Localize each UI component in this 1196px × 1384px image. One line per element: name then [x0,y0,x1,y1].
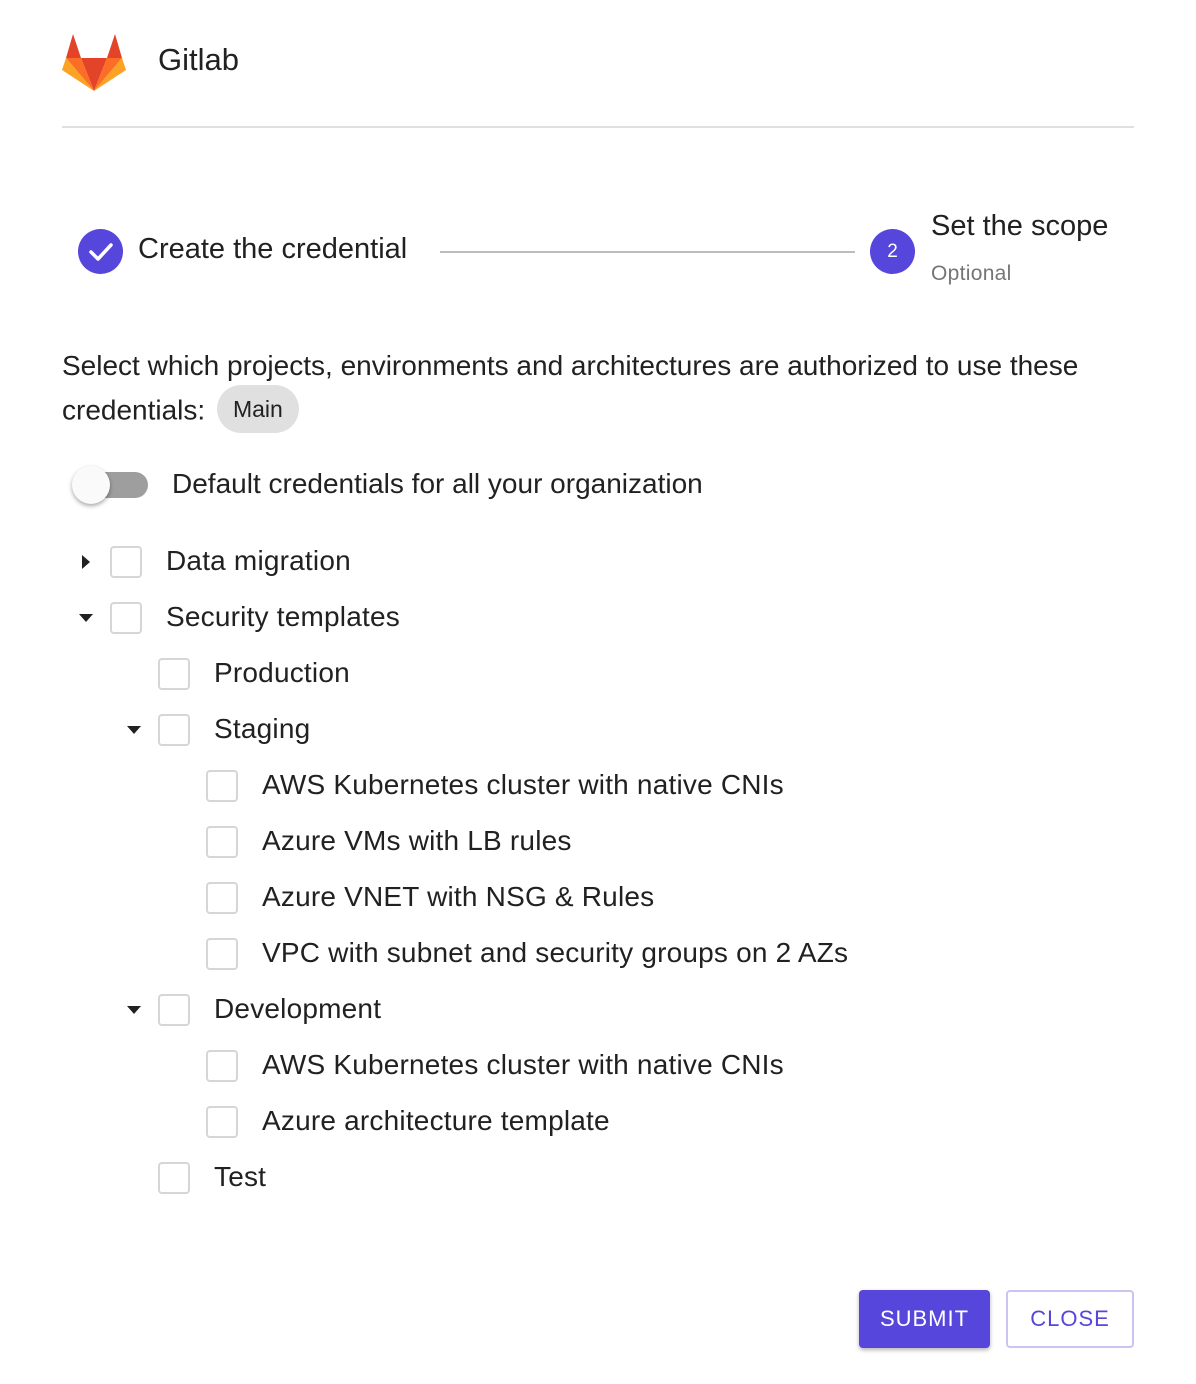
tree-item: Data migration [0,534,1000,590]
tree-checkbox[interactable] [158,658,190,690]
step-2-optional: Optional [931,262,1012,285]
tree-item-label: Azure VNET with NSG & Rules [262,881,655,912]
organization-chip: Main [216,385,299,433]
tree-item: AWS Kubernetes cluster with native CNIs [0,1038,1000,1094]
stepper: Create the credential 2 Set the scope Op… [62,200,1134,300]
tree-checkbox[interactable] [158,994,190,1026]
tree-item: Security templates [0,590,1000,646]
tree-item-label: Data migration [166,545,351,576]
tree-checkbox[interactable] [206,938,238,970]
caret-right-icon[interactable] [82,555,90,569]
tree-item-label: Staging [214,713,311,744]
step-1-label: Create the credential [138,233,408,265]
tree-item-label: AWS Kubernetes cluster with native CNIs [262,769,784,800]
caret-down-icon[interactable] [127,1006,141,1014]
step-2-label: Set the scope [931,210,1109,242]
check-icon [78,229,123,274]
tree-checkbox[interactable] [206,882,238,914]
tree-item: Azure VNET with NSG & Rules [0,870,1000,926]
tree-checkbox[interactable] [158,714,190,746]
tree-item: Development [0,982,1000,1038]
tree-checkbox[interactable] [110,546,142,578]
tree-checkbox[interactable] [206,1106,238,1138]
tree-item: AWS Kubernetes cluster with native CNIs [0,758,1000,814]
tree-item: Azure VMs with LB rules [0,814,1000,870]
tree-item: VPC with subnet and security groups on 2… [0,926,1000,982]
tree-item-label: VPC with subnet and security groups on 2… [262,937,849,968]
tree-item-label: Security templates [166,601,400,632]
toggle-label: Default credentials for all your organiz… [172,468,703,499]
tree-item-label: AWS Kubernetes cluster with native CNIs [262,1049,784,1080]
submit-button[interactable]: SUBMIT [859,1290,990,1348]
app-title: Gitlab [158,42,239,77]
gitlab-logo-icon [62,34,126,91]
dialog-actions: SUBMIT CLOSE [0,1290,1196,1350]
tree-item: Test [0,1150,1000,1206]
tree-checkbox[interactable] [206,770,238,802]
tree-item: Production [0,646,1000,702]
caret-down-icon[interactable] [79,614,93,622]
tree-item-label: Azure VMs with LB rules [262,825,572,856]
description-text: Select which projects, environments and … [62,350,1079,426]
default-credentials-toggle-row: Default credentials for all your organiz… [72,460,872,508]
tree-item: Azure architecture template [0,1094,1000,1150]
scope-description: Select which projects, environments and … [62,344,1142,436]
dialog-header: Gitlab [62,0,1134,128]
tree-item-label: Test [214,1161,267,1192]
tree-item-label: Production [214,657,350,688]
step-connector [440,251,855,253]
tree-item-label: Development [214,993,382,1024]
tree-item-label: Azure architecture template [262,1105,610,1136]
tree-item: Staging [0,702,1000,758]
toggle-knob[interactable] [72,466,110,504]
caret-down-icon[interactable] [127,726,141,734]
close-button[interactable]: CLOSE [1006,1290,1134,1348]
step-2-number: 2 [870,229,915,274]
tree-checkbox[interactable] [110,602,142,634]
tree-checkbox[interactable] [206,1050,238,1082]
tree-checkbox[interactable] [206,826,238,858]
tree-checkbox[interactable] [158,1162,190,1194]
